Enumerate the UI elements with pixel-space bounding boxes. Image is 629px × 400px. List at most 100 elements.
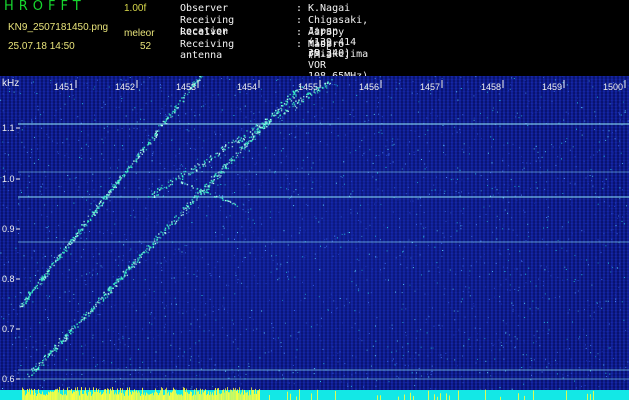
freq-tick-label: 0.6 (2, 374, 15, 384)
count-value: 52 (140, 41, 152, 52)
noise-speck (212, 305, 214, 307)
noise-speck (424, 293, 426, 295)
noise-speck (417, 182, 419, 184)
echo-point (51, 264, 53, 266)
noise-speck (251, 175, 253, 177)
noise-speck (377, 106, 379, 108)
noise-speck (476, 333, 478, 335)
noise-speck (130, 215, 132, 216)
noise-speck (542, 285, 544, 287)
noise-speck (546, 217, 548, 218)
signal-bar (67, 387, 68, 400)
signal-bar (174, 389, 175, 400)
noise-speck (617, 217, 619, 219)
noise-speck (20, 164, 22, 165)
noise-speck (81, 373, 83, 375)
noise-speck (549, 373, 551, 375)
noise-speck (243, 356, 245, 358)
echo-point (78, 321, 80, 324)
noise-speck (496, 215, 498, 217)
noise-speck (73, 293, 75, 295)
noise-speck (270, 350, 272, 352)
noise-speck (292, 365, 294, 366)
echo-point (182, 207, 184, 209)
noise-speck (523, 167, 525, 169)
noise-speck (106, 125, 108, 127)
noise-speck (149, 94, 151, 96)
echo-point (239, 139, 241, 142)
echo-point (153, 238, 156, 240)
signal-bar (213, 395, 214, 400)
noise-speck (187, 238, 189, 240)
noise-speck (496, 189, 498, 191)
noise-speck (436, 262, 438, 264)
echo-point (99, 200, 102, 203)
noise-speck (140, 237, 142, 239)
noise-speck (130, 248, 132, 250)
noise-speck (189, 147, 191, 149)
noise-speck (475, 76, 477, 78)
noise-speck (101, 303, 103, 305)
noise-speck (36, 262, 38, 264)
echo-point (160, 187, 162, 189)
noise-speck (612, 353, 614, 355)
noise-speck (299, 246, 301, 248)
noise-speck (397, 198, 399, 200)
noise-speck (457, 99, 459, 101)
echo-point (150, 246, 152, 249)
noise-speck (122, 255, 124, 257)
echo-point (174, 106, 176, 108)
echo-point (100, 298, 102, 300)
noise-speck (530, 281, 531, 283)
noise-speck (191, 386, 193, 388)
noise-speck (215, 231, 216, 233)
noise-speck (332, 372, 334, 374)
signal-bar (141, 394, 142, 400)
echo-point (164, 232, 166, 234)
noise-speck (244, 105, 246, 107)
noise-speck (319, 269, 321, 271)
echo-point (189, 173, 192, 176)
spectrogram-panel: kHz 1451 1452 1453 1454 1455 1456 1457 1458 1459 1… (0, 76, 629, 400)
noise-speck (208, 107, 210, 108)
echo-point (71, 327, 73, 330)
echo-point (50, 266, 52, 268)
noise-speck (562, 279, 563, 281)
noise-speck (624, 342, 626, 344)
signal-bar (566, 390, 567, 400)
noise-speck (443, 236, 445, 238)
noise-speck (202, 105, 204, 107)
noise-speck (578, 338, 580, 340)
noise-speck (293, 383, 295, 385)
noise-speck (391, 360, 393, 362)
noise-speck (366, 115, 368, 117)
noise-speck (3, 318, 5, 320)
echo-point (87, 215, 90, 217)
echo-point (224, 199, 227, 202)
noise-speck (119, 285, 121, 287)
echo-point (22, 302, 25, 304)
noise-speck (326, 245, 328, 247)
noise-speck (399, 144, 401, 146)
noise-speck (238, 156, 240, 158)
noise-speck (531, 360, 533, 361)
noise-speck (499, 253, 501, 255)
noise-speck (10, 357, 12, 359)
echo-point (299, 103, 301, 105)
noise-speck (73, 98, 75, 100)
noise-speck (311, 167, 313, 169)
signal-bar (183, 387, 184, 400)
noise-speck (592, 175, 594, 177)
noise-speck (463, 345, 465, 347)
noise-speck (370, 365, 372, 367)
noise-speck (556, 363, 558, 365)
time-tick-label: 1458 (481, 82, 501, 92)
echo-point (171, 180, 174, 183)
noise-speck (351, 281, 353, 283)
noise-speck (430, 388, 432, 390)
echo-point (112, 184, 114, 186)
noise-speck (319, 122, 321, 124)
noise-speck (438, 354, 440, 356)
signal-bar (64, 394, 65, 400)
noise-speck (428, 307, 430, 309)
